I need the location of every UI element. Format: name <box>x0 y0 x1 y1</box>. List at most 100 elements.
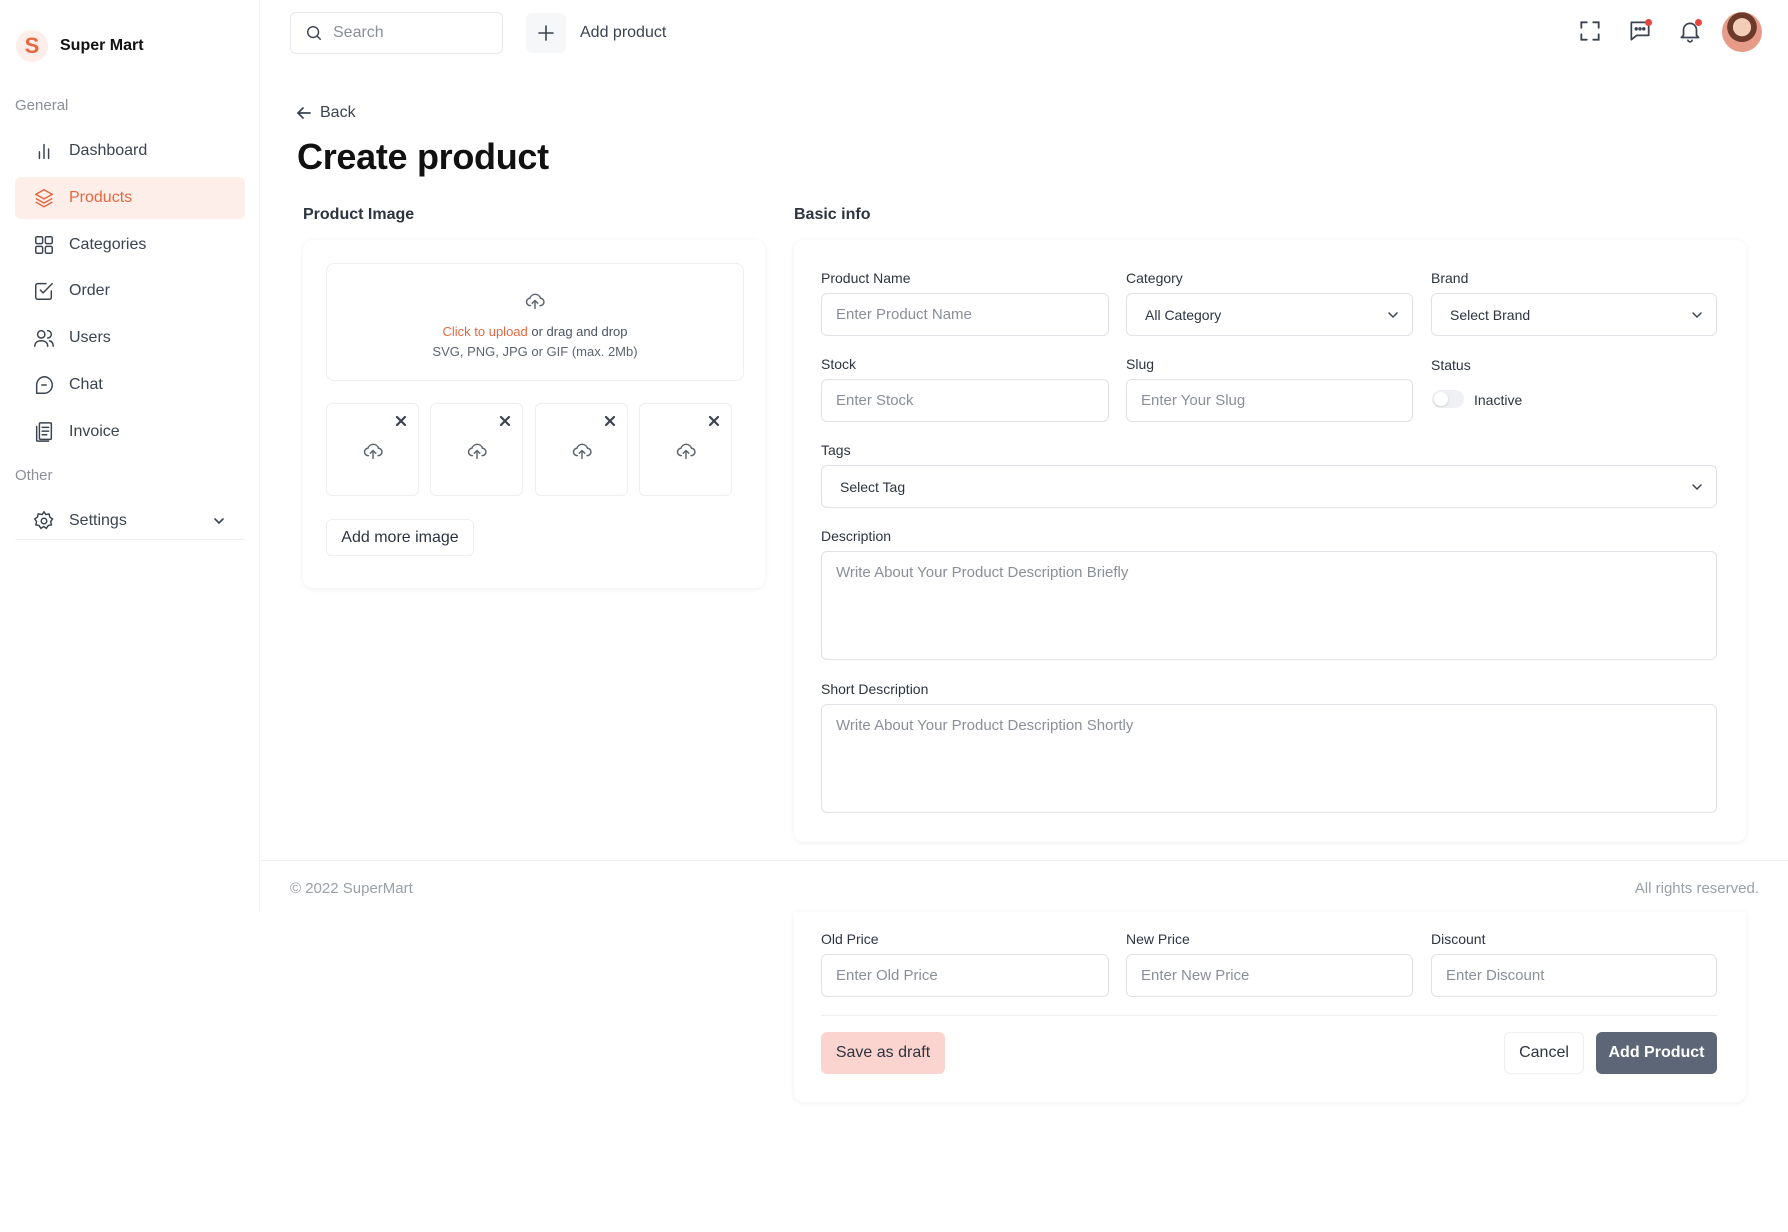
brand-label: Brand <box>1431 270 1469 286</box>
add-product-shortcut[interactable]: Add product <box>526 12 666 54</box>
back-link[interactable]: Back <box>296 104 356 122</box>
sidebar-item-users[interactable]: Users <box>15 317 245 359</box>
basic-info-heading: Basic info <box>794 206 871 223</box>
sidebar-item-label: Settings <box>69 512 127 529</box>
sidebar-item-order[interactable]: Order <box>15 270 245 312</box>
old-price-label: Old Price <box>821 931 879 947</box>
avatar[interactable] <box>1722 12 1762 52</box>
gear-icon <box>33 510 54 530</box>
description-textarea[interactable] <box>821 551 1717 660</box>
sidebar-item-label: Invoice <box>69 423 120 440</box>
cloud-upload-icon <box>363 443 383 460</box>
sidebar-item-categories[interactable]: Categories <box>15 224 245 266</box>
back-label: Back <box>320 104 356 121</box>
product-name-label: Product Name <box>821 270 911 286</box>
status-label: Status <box>1431 357 1471 373</box>
product-name-input[interactable] <box>821 293 1109 336</box>
discount-label: Discount <box>1431 931 1486 947</box>
sidebar-item-dashboard[interactable]: Dashboard <box>15 130 245 172</box>
short-description-label: Short Description <box>821 681 929 697</box>
copyright-text: © 2022 SuperMart <box>290 880 413 897</box>
close-icon[interactable] <box>603 414 617 428</box>
chevron-down-icon <box>1388 312 1398 319</box>
chat-icon <box>35 376 53 394</box>
sidebar-item-invoice[interactable]: Invoice <box>15 411 245 453</box>
slug-input[interactable] <box>1126 379 1413 422</box>
sidebar-item-label: Dashboard <box>69 142 148 159</box>
image-slot-4[interactable] <box>639 403 732 496</box>
cloud-upload-icon <box>467 443 487 460</box>
category-select-value: All Category <box>1145 306 1222 323</box>
brand-select[interactable]: Select Brand <box>1431 293 1717 336</box>
search-icon <box>306 25 322 41</box>
upload-formats: SVG, PNG, JPG or GIF (max. 2Mb) <box>432 344 638 359</box>
status-value: Inactive <box>1474 392 1523 408</box>
product-image-heading: Product Image <box>303 206 415 223</box>
divider <box>15 539 245 540</box>
slug-label: Slug <box>1126 356 1155 372</box>
message-icon[interactable] <box>1627 18 1653 44</box>
sidebar-item-label: Users <box>69 329 111 346</box>
add-product-shortcut-label: Add product <box>580 24 667 41</box>
chevron-down-icon <box>214 518 224 525</box>
sidebar-item-settings[interactable]: Settings <box>15 500 245 542</box>
image-slot-1[interactable] <box>326 403 419 496</box>
save-draft-button[interactable]: Save as draft <box>821 1032 945 1074</box>
drag-drop-text: or drag and drop <box>527 324 628 339</box>
new-price-input[interactable] <box>1126 954 1413 997</box>
sidebar-item-label: Order <box>69 282 110 299</box>
chevron-down-icon <box>1692 484 1702 491</box>
search-box[interactable] <box>290 12 503 54</box>
tags-label: Tags <box>821 442 851 458</box>
category-select[interactable]: All Category <box>1126 293 1413 336</box>
short-description-textarea[interactable] <box>821 704 1717 813</box>
cloud-upload-icon <box>525 293 545 310</box>
tags-select-value: Select Tag <box>840 478 906 495</box>
sidebar-item-chat[interactable]: Chat <box>15 364 245 406</box>
sidebar-item-products[interactable]: Products <box>15 177 245 219</box>
upload-instructions: Click to upload or drag and drop <box>327 324 743 339</box>
old-price-input[interactable] <box>821 954 1109 997</box>
brand-select-value: Select Brand <box>1450 306 1531 323</box>
fullscreen-icon[interactable] <box>1577 18 1603 44</box>
tags-select[interactable]: Select Tag <box>821 465 1717 508</box>
upload-dropzone[interactable]: Click to upload or drag and drop SVG, PN… <box>326 263 744 381</box>
add-more-image-button[interactable]: Add more image <box>326 519 474 556</box>
section-label-other: Other <box>15 467 53 484</box>
sidebar-item-label: Chat <box>69 376 103 393</box>
checkbox-icon <box>35 282 53 300</box>
bell-icon[interactable] <box>1677 18 1703 44</box>
close-icon[interactable] <box>707 414 721 428</box>
chevron-down-icon <box>1692 312 1702 319</box>
layers-icon <box>35 189 53 208</box>
footer <box>261 860 1788 912</box>
brand-logo[interactable]: S Super Mart <box>16 30 144 62</box>
stock-input[interactable] <box>821 379 1109 422</box>
status-toggle[interactable] <box>1432 390 1464 408</box>
notification-dot <box>1645 19 1652 26</box>
image-slot-2[interactable] <box>430 403 523 496</box>
new-price-label: New Price <box>1126 931 1190 947</box>
cancel-button[interactable]: Cancel <box>1504 1032 1584 1074</box>
app-name: Super Mart <box>60 37 144 54</box>
users-icon <box>34 329 54 347</box>
close-icon[interactable] <box>394 414 408 428</box>
page-title: Create product <box>297 136 549 177</box>
add-product-button[interactable]: Add Product <box>1596 1032 1717 1074</box>
grid-icon <box>35 236 53 254</box>
cloud-upload-icon <box>572 443 592 460</box>
click-to-upload-link[interactable]: Click to upload <box>442 324 527 339</box>
plus-icon <box>526 13 566 53</box>
toggle-knob <box>1434 392 1448 406</box>
logo-mark: S <box>16 30 48 62</box>
discount-input[interactable] <box>1431 954 1717 997</box>
section-label-general: General <box>15 97 69 114</box>
sidebar-item-label: Categories <box>69 236 147 253</box>
rights-text: All rights reserved. <box>1634 880 1759 897</box>
image-slot-3[interactable] <box>535 403 628 496</box>
notification-dot <box>1695 19 1702 26</box>
close-icon[interactable] <box>498 414 512 428</box>
search-input[interactable] <box>333 24 483 42</box>
cloud-upload-icon <box>676 443 696 460</box>
divider <box>821 1015 1717 1016</box>
